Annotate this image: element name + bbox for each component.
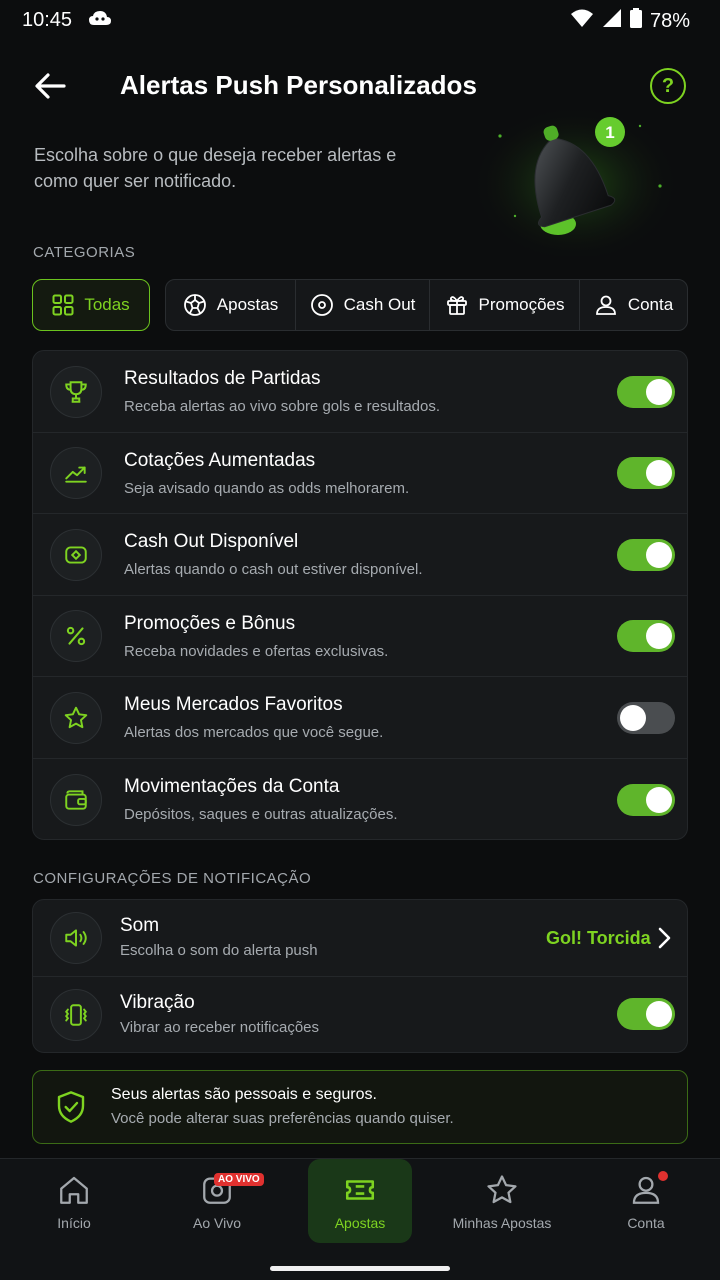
- alert-title: Cash Out Disponível: [124, 531, 299, 552]
- home-icon: [60, 1176, 88, 1204]
- alert-row-conta: Movimentações da Conta Depósitos, saques…: [33, 759, 687, 841]
- nav-conta[interactable]: Conta: [596, 1159, 696, 1243]
- battery-percent: 78%: [649, 9, 690, 32]
- ball-icon: [183, 294, 206, 316]
- alert-desc: Depósitos, saques e outras atualizações.: [124, 806, 398, 823]
- sound-title: Som: [120, 915, 160, 936]
- coin-icon: [310, 294, 333, 316]
- vibration-title: Vibração: [120, 992, 195, 1013]
- alert-desc: Receba novidades e ofertas exclusivas.: [124, 643, 389, 660]
- alerts-card: Resultados de Partidas Receba alertas ao…: [32, 350, 688, 840]
- privacy-note: Seus alertas são pessoais e seguros. Voc…: [32, 1070, 688, 1144]
- category-tabs: Apostas Cash Out Promoções Conta: [165, 279, 688, 331]
- tab-label: Todas: [84, 295, 130, 314]
- categories-label: CATEGORIAS: [33, 244, 136, 261]
- page-title: Alertas Push Personalizados: [120, 70, 477, 100]
- nav-label: Ao Vivo: [193, 1215, 241, 1231]
- status-bar: 10:45 78%: [0, 0, 720, 44]
- shield-check-icon: [55, 1089, 87, 1130]
- sound-value: Gol! Torcida: [546, 928, 651, 948]
- user-icon: [595, 295, 616, 315]
- alert-title: Meus Mercados Favoritos: [124, 694, 343, 715]
- alert-row-cotacoes: Cotações Aumentadas Seja avisado quando …: [33, 433, 687, 514]
- vibration-toggle[interactable]: [617, 998, 675, 1030]
- vibrate-icon: [50, 989, 102, 1041]
- alert-row-promocoes: Promoções e Bônus Receba novidades e ofe…: [33, 596, 687, 677]
- speaker-icon: [50, 912, 102, 964]
- notification-settings-card: Som Escolha o som do alerta push Gol! To…: [32, 899, 688, 1053]
- privacy-title: Seus alertas são pessoais e seguros.: [111, 1086, 377, 1103]
- trophy-icon: [50, 366, 102, 418]
- chevron-right-icon: [657, 927, 671, 954]
- tab-label: Promoções: [478, 295, 565, 314]
- cashout-icon: [50, 529, 102, 581]
- vibration-desc: Vibrar ao receber notificações: [120, 1019, 319, 1036]
- notification-dot: [658, 1171, 668, 1181]
- alert-row-resultados: Resultados de Partidas Receba alertas ao…: [33, 351, 687, 433]
- privacy-desc: Você pode alterar suas preferências quan…: [111, 1110, 454, 1127]
- tab-cash-out[interactable]: Cash Out: [296, 280, 430, 330]
- alert-title: Promoções e Bônus: [124, 613, 296, 634]
- arrow-left-icon: [35, 73, 66, 99]
- alert-toggle[interactable]: [617, 784, 675, 816]
- alert-desc: Alertas quando o cash out estiver dispon…: [124, 561, 423, 578]
- nav-label: Início: [57, 1215, 91, 1231]
- percent-icon: [50, 610, 102, 662]
- alert-row-cashout: Cash Out Disponível Alertas quando o cas…: [33, 514, 687, 596]
- battery-icon: [629, 8, 642, 34]
- nav-minhas-apostas[interactable]: Minhas Apostas: [438, 1159, 566, 1243]
- intro-text: Escolha sobre o que deseja receber alert…: [34, 145, 397, 191]
- tab-label: Cash Out: [343, 295, 416, 314]
- alert-toggle[interactable]: [617, 702, 675, 734]
- status-right: 78%: [570, 8, 690, 34]
- wallet-icon: [50, 774, 102, 826]
- live-badge: AO VIVO: [214, 1173, 264, 1186]
- alert-toggle[interactable]: [617, 376, 675, 408]
- alert-title: Cotações Aumentadas: [124, 450, 316, 471]
- cloud-icon: [88, 9, 112, 34]
- alert-title: Resultados de Partidas: [124, 368, 321, 389]
- alert-desc: Receba alertas ao vivo sobre gols e resu…: [124, 398, 441, 415]
- bell-badge: 1: [605, 123, 614, 142]
- tab-apostas[interactable]: Apostas: [166, 280, 296, 330]
- alert-desc: Alertas dos mercados que você segue.: [124, 724, 384, 741]
- alert-toggle[interactable]: [617, 620, 675, 652]
- tab-label: Apostas: [216, 295, 279, 314]
- alert-toggle[interactable]: [617, 457, 675, 489]
- tab-label: Conta: [627, 295, 674, 314]
- star-outline-icon: [487, 1175, 517, 1204]
- alert-row-favoritos: Meus Mercados Favoritos Alertas dos merc…: [33, 677, 687, 759]
- bottom-nav: Início Ao Vivo AO VIVO Apostas Minhas Ap…: [0, 1158, 720, 1280]
- home-indicator[interactable]: [270, 1266, 450, 1271]
- star-icon: [50, 692, 102, 744]
- nav-label: Apostas: [334, 1215, 386, 1231]
- back-button[interactable]: [30, 66, 70, 106]
- nav-label: Minhas Apostas: [452, 1215, 552, 1231]
- nav-label: Conta: [627, 1215, 665, 1231]
- vibration-row: Vibração Vibrar ao receber notificações: [33, 977, 687, 1054]
- bell-illustration: 1: [470, 96, 680, 256]
- nav-ao-vivo[interactable]: Ao Vivo: [163, 1159, 271, 1243]
- ticket-icon: [345, 1180, 375, 1200]
- tab-promocoes[interactable]: Promoções: [430, 280, 580, 330]
- alert-title: Movimentações da Conta: [124, 776, 340, 797]
- sound-desc: Escolha o som do alerta push: [120, 942, 318, 959]
- sound-row[interactable]: Som Escolha o som do alerta push Gol! To…: [33, 900, 687, 977]
- wifi-icon: [570, 8, 594, 34]
- alert-toggle[interactable]: [617, 539, 675, 571]
- gift-icon: [446, 296, 467, 315]
- signal-icon: [602, 8, 622, 34]
- alert-desc: Seja avisado quando as odds melhorarem.: [124, 480, 410, 497]
- status-time: 10:45: [22, 9, 73, 31]
- trend-up-icon: [50, 447, 102, 499]
- grid-icon: [52, 294, 74, 316]
- notification-settings-label: CONFIGURAÇÕES DE NOTIFICAÇÃO: [33, 870, 312, 887]
- tab-conta[interactable]: Conta: [580, 280, 687, 330]
- nav-inicio[interactable]: Início: [20, 1159, 128, 1243]
- nav-apostas[interactable]: Apostas: [308, 1159, 412, 1243]
- tab-todas[interactable]: Todas: [32, 279, 150, 331]
